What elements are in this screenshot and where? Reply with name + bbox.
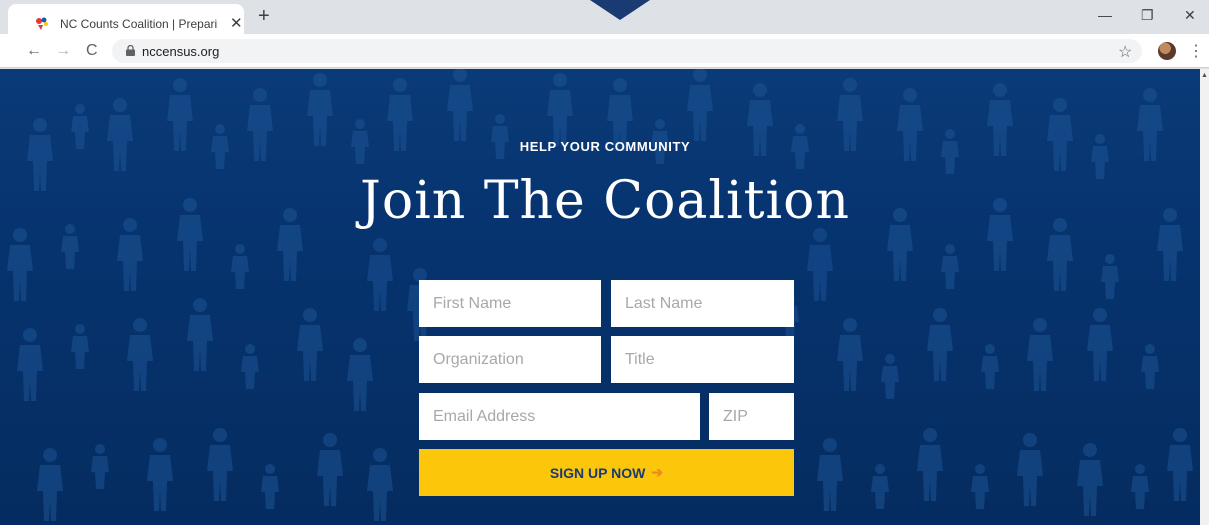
new-tab-button[interactable]: + <box>258 5 270 28</box>
tab-close-icon[interactable]: ✕ <box>230 14 243 32</box>
first-name-field[interactable] <box>419 280 601 327</box>
scroll-up-icon[interactable]: ▲ <box>1201 72 1208 79</box>
nccounts-favicon <box>36 17 48 30</box>
back-icon[interactable]: ← <box>26 42 42 60</box>
browser-toolbar: ← → C nccensus.org ☆ ⋮ <box>0 34 1209 68</box>
hero-eyebrow: HELP YOUR COMMUNITY <box>519 139 691 154</box>
title-field[interactable] <box>611 336 794 383</box>
browser-tab[interactable]: NC Counts Coalition | Preparing f ✕ <box>8 4 244 34</box>
lock-icon <box>126 45 135 56</box>
last-name-field[interactable] <box>611 280 794 327</box>
hero-section: HELP YOUR COMMUNITY Join The Coalition S… <box>0 69 1200 525</box>
window-close-icon[interactable]: ✕ <box>1184 7 1196 24</box>
minimize-icon[interactable]: — <box>1098 7 1112 23</box>
arrow-right-icon: ➔ <box>651 464 664 480</box>
sign-up-label: SIGN UP NOW <box>549 464 646 481</box>
address-bar[interactable]: nccensus.org <box>112 39 1142 63</box>
sign-up-button[interactable]: SIGN UP NOW ➔ <box>419 449 794 496</box>
tab-title: NC Counts Coalition | Preparing f <box>60 17 218 31</box>
reload-icon[interactable]: C <box>86 42 98 60</box>
page-title: Join The Coalition <box>360 171 850 231</box>
email-field[interactable] <box>419 393 700 440</box>
zip-field[interactable] <box>709 393 794 440</box>
url-text: nccensus.org <box>142 44 220 59</box>
browser-tab-strip: NC Counts Coalition | Preparing f ✕ + — … <box>0 0 1209 34</box>
avatar[interactable] <box>1158 42 1176 60</box>
vertical-scrollbar[interactable] <box>1200 69 1209 525</box>
menu-icon[interactable]: ⋮ <box>1188 41 1204 61</box>
star-icon[interactable]: ☆ <box>1118 42 1132 62</box>
site-notch-decoration <box>590 0 650 20</box>
forward-icon[interactable]: → <box>55 42 71 60</box>
maximize-icon[interactable]: ❐ <box>1141 7 1154 24</box>
organization-field[interactable] <box>419 336 601 383</box>
